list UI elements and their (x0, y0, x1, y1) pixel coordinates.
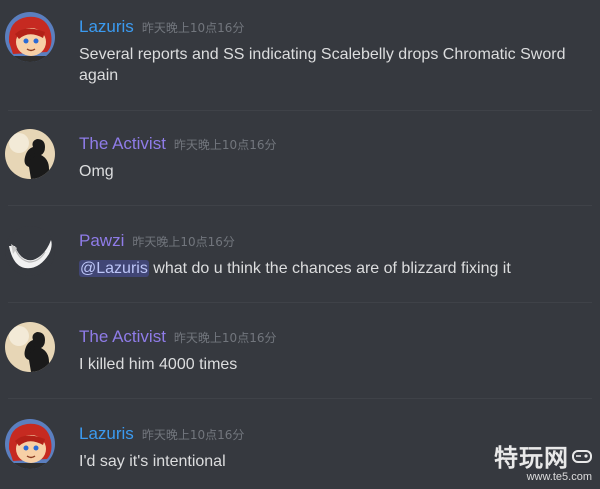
message-divider (8, 110, 592, 111)
message-divider (8, 205, 592, 206)
message-text: Several reports and SS indicating Scaleb… (79, 46, 566, 84)
message-header: The Activist 昨天晚上10点16分 (79, 327, 276, 347)
message-text-body: what do u think the chances are of blizz… (148, 260, 511, 277)
white-tail-avatar-icon (5, 226, 55, 276)
username[interactable]: The Activist (79, 134, 166, 153)
timestamp: 昨天晚上10点16分 (141, 21, 245, 35)
message-text: Omg (79, 163, 114, 180)
red-haired-character-avatar-icon (5, 12, 55, 62)
username[interactable]: Pawzi (79, 231, 124, 250)
site-watermark: 特玩网 www.te5.com (494, 438, 592, 483)
watermark-logo-text: 特玩网 (494, 444, 569, 472)
timestamp: 昨天晚上10点16分 (173, 331, 277, 345)
timestamp: 昨天晚上10点16分 (173, 138, 277, 152)
user-avatar[interactable] (5, 129, 55, 179)
watermark-url: www.te5.com (526, 471, 592, 483)
username[interactable]: Lazuris (79, 424, 134, 443)
message-header: Lazuris 昨天晚上10点16分 (79, 17, 244, 37)
username[interactable]: The Activist (79, 327, 166, 346)
message-divider (8, 302, 592, 303)
message-header: Lazuris 昨天晚上10点16分 (79, 424, 244, 444)
gamepad-icon (572, 449, 592, 463)
user-mention[interactable]: @Lazuris (79, 260, 149, 277)
timestamp: 昨天晚上10点16分 (132, 235, 235, 249)
timestamp: 昨天晚上10点16分 (141, 428, 245, 442)
red-haired-character-avatar-icon (5, 419, 55, 469)
message-header: Pawzi 昨天晚上10点16分 (79, 231, 235, 251)
message-header: The Activist 昨天晚上10点16分 (79, 134, 276, 154)
user-avatar[interactable] (5, 12, 55, 62)
message-text: @Lazuris what do u think the chances are… (79, 258, 594, 279)
silhouette-avatar-icon (5, 322, 55, 372)
message-text: I killed him 4000 times (79, 356, 238, 373)
username[interactable]: Lazuris (79, 17, 134, 36)
user-avatar[interactable] (5, 226, 55, 276)
message-divider (8, 398, 592, 399)
user-avatar[interactable] (5, 322, 55, 372)
silhouette-avatar-icon (5, 129, 55, 179)
user-avatar[interactable] (5, 419, 55, 469)
